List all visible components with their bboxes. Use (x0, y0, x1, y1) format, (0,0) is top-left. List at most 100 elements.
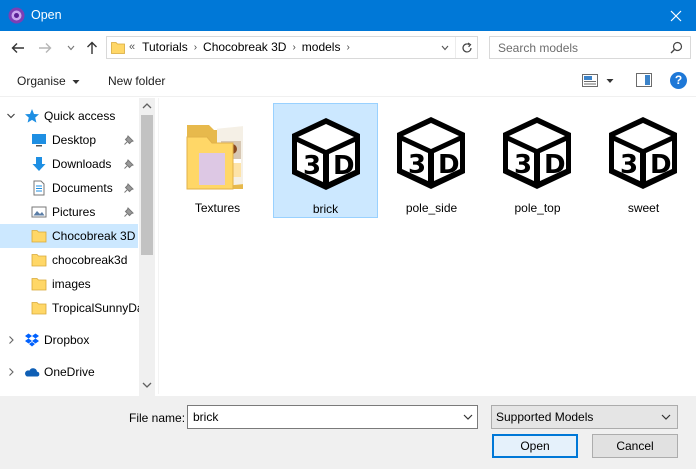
nav-item-images[interactable]: images (0, 272, 138, 296)
desktop-icon (32, 134, 46, 147)
file-item-brick[interactable]: 3 D brick (273, 103, 378, 218)
nav-item-dropbox[interactable]: Dropbox (0, 328, 138, 352)
pin-icon[interactable] (124, 159, 134, 169)
nav-label: Pictures (52, 205, 96, 219)
chevron-right-icon[interactable] (6, 367, 16, 377)
breadcrumb-models[interactable]: models (302, 40, 341, 54)
3d-model-icon: 3 D (292, 118, 360, 190)
close-button[interactable] (656, 0, 696, 31)
chevron-down-icon (67, 45, 75, 51)
nav-label: Quick access (44, 109, 116, 123)
file-name-input[interactable]: brick (187, 405, 478, 429)
window-title: Open (31, 8, 62, 22)
forward-button[interactable] (35, 38, 55, 58)
arrow-up-icon (87, 41, 97, 54)
search-input[interactable]: Search models (489, 36, 691, 59)
download-icon (32, 157, 46, 171)
pin-icon[interactable] (124, 207, 134, 217)
organise-label: Organise (17, 74, 66, 88)
search-placeholder: Search models (498, 41, 579, 55)
nav-item-quick-access[interactable]: Quick access (0, 104, 138, 128)
nav-item-chocobreak-3d[interactable]: Chocobreak 3D (0, 224, 138, 248)
dialog-footer: File name: brick Supported Models Open C… (0, 396, 696, 469)
nav-label: Desktop (52, 133, 97, 147)
file-item-sweet[interactable]: 3 D sweet (591, 103, 696, 218)
file-name: pole_top (514, 201, 561, 215)
nav-item-onedrive[interactable]: OneDrive (0, 360, 138, 384)
scroll-up-icon[interactable] (142, 102, 152, 110)
breadcrumb-overflow[interactable]: « (129, 41, 135, 53)
breadcrumb-chocobreak-3d[interactable]: Chocobreak 3D (203, 40, 286, 54)
nav-label: Chocobreak 3D (52, 229, 136, 243)
file-item-textures[interactable]: Textures (165, 103, 270, 218)
nav-label: images (52, 277, 91, 291)
back-button[interactable] (8, 38, 28, 58)
nav-item-downloads[interactable]: Downloads (0, 152, 138, 176)
3d-model-icon: 3 D (397, 117, 465, 189)
file-item-pole-side[interactable]: 3 D pole_side (379, 103, 484, 218)
address-bar[interactable]: « Tutorials › Chocobreak 3D › models › (106, 36, 478, 59)
chevron-right-icon[interactable] (6, 335, 16, 345)
folder-icon (31, 254, 47, 267)
nav-item-chocobreak3d[interactable]: chocobreak3d (0, 248, 138, 272)
file-name: Textures (194, 201, 241, 215)
organise-button[interactable]: Organise (17, 74, 80, 88)
file-name: pole_side (405, 201, 458, 215)
arrow-right-icon (39, 43, 52, 53)
file-name-value: brick (193, 410, 219, 424)
chevron-down-icon (441, 45, 449, 50)
app-icon (8, 7, 25, 24)
view-dropdown-icon[interactable] (606, 78, 614, 84)
up-button[interactable] (82, 38, 102, 58)
3d-model-icon: 3 D (503, 117, 571, 189)
refresh-button[interactable] (455, 37, 477, 58)
breadcrumb-separator-icon[interactable]: › (194, 42, 197, 53)
view-options-icon[interactable] (582, 74, 598, 87)
close-icon (670, 10, 682, 21)
folder-icon (31, 278, 47, 291)
help-button[interactable]: ? (670, 72, 687, 89)
pane-divider[interactable] (158, 98, 159, 394)
nav-scrollbar[interactable] (139, 98, 155, 396)
preview-pane-icon[interactable] (636, 73, 652, 87)
breadcrumb-separator-icon[interactable]: › (292, 42, 295, 53)
address-row: « Tutorials › Chocobreak 3D › models › S… (0, 31, 696, 65)
title-bar: Open (0, 0, 696, 31)
scroll-down-icon[interactable] (142, 381, 152, 389)
svg-text:D: D (650, 150, 672, 180)
pin-icon[interactable] (124, 183, 134, 193)
svg-text:D: D (438, 150, 460, 180)
chevron-down-icon[interactable] (462, 411, 474, 423)
file-type-select[interactable]: Supported Models (491, 405, 678, 429)
file-name: brick (312, 202, 339, 216)
breadcrumb-tutorials[interactable]: Tutorials (142, 40, 188, 54)
pin-icon[interactable] (124, 135, 134, 145)
address-dropdown-button[interactable] (437, 37, 453, 58)
new-folder-button[interactable]: New folder (108, 74, 165, 88)
nav-label: Documents (52, 181, 113, 195)
onedrive-icon (25, 368, 40, 377)
scrollbar-thumb[interactable] (141, 115, 153, 255)
chevron-down-icon[interactable] (6, 111, 16, 121)
chevron-down-icon (72, 80, 80, 84)
nav-item-documents[interactable]: Documents (0, 176, 138, 200)
cancel-button[interactable]: Cancel (592, 434, 678, 458)
file-type-value: Supported Models (496, 410, 594, 424)
folder-icon (111, 42, 125, 54)
nav-label: Dropbox (44, 333, 90, 347)
nav-label: chocobreak3d (52, 253, 128, 267)
file-item-pole-top[interactable]: 3 D pole_top (485, 103, 590, 218)
folder-icon (31, 230, 47, 243)
svg-text:D: D (333, 151, 355, 181)
open-button[interactable]: Open (492, 434, 578, 458)
nav-label: TropicalSunnyDa (52, 301, 144, 315)
nav-item-tropicalsunnyday[interactable]: TropicalSunnyDa (0, 296, 144, 320)
file-list: Textures 3 D brick 3 D pole_side 3 D pol… (160, 98, 696, 396)
breadcrumb-separator-icon[interactable]: › (346, 42, 349, 53)
nav-item-desktop[interactable]: Desktop (0, 128, 138, 152)
svg-text:D: D (544, 150, 566, 180)
svg-text:3: 3 (303, 151, 321, 181)
dropbox-icon (25, 333, 39, 347)
recent-locations-button[interactable] (61, 38, 81, 58)
nav-item-pictures[interactable]: Pictures (0, 200, 138, 224)
